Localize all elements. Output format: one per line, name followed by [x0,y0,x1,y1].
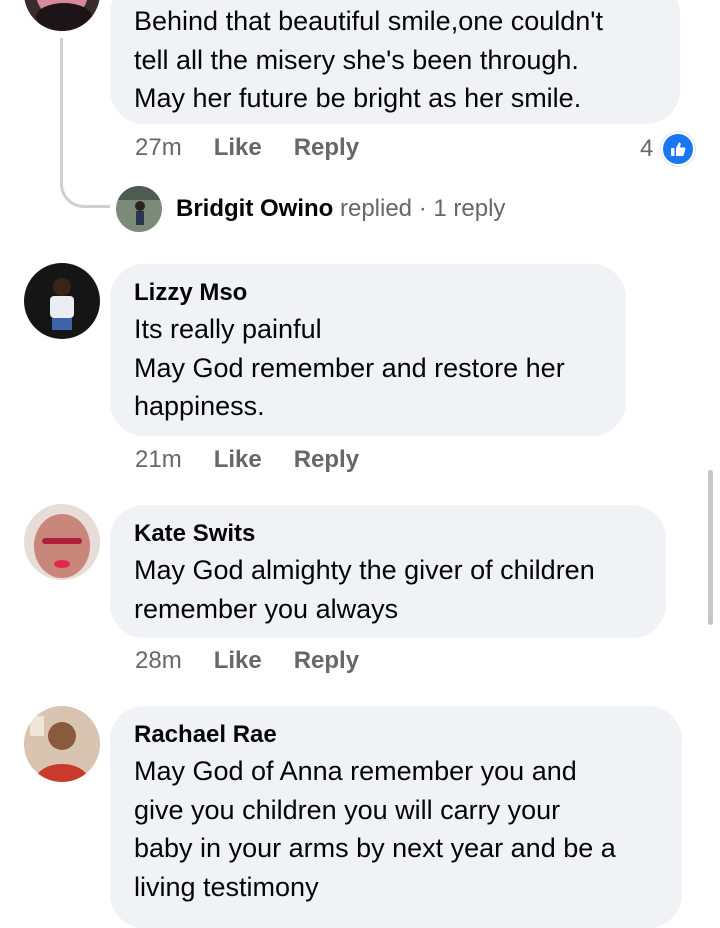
reply-count: 1 reply [433,195,506,222]
thumbs-up-icon [661,132,696,166]
avatar [116,186,162,232]
reply-button[interactable]: Reply [294,446,359,474]
comment-bubble: Behind that beautiful smile,one couldn't… [110,0,680,124]
avatar[interactable] [24,263,100,339]
like-button[interactable]: Like [214,134,262,162]
comment-actions: 21m Like Reply [135,446,359,474]
thread-connector-line [60,38,110,208]
comment-actions: 27m Like Reply [135,134,359,162]
comment-author[interactable]: Lizzy Mso [134,278,602,308]
comment-timestamp: 28m [135,647,182,674]
reaction-count-number: 4 [640,135,654,162]
like-button[interactable]: Like [214,446,262,474]
comment-bubble: Lizzy Mso Its really painful May God rem… [110,264,626,436]
comment-text: May God almighty the giver of children r… [134,555,595,624]
comment-author[interactable]: Kate Swits [134,519,642,549]
reply-button[interactable]: Reply [294,134,359,162]
reaction-count[interactable]: 4 [640,132,696,166]
comment-text: Its really painful May God remember and … [134,314,565,421]
comment-timestamp: 27m [135,134,182,161]
separator-dot: · [418,195,427,222]
reply-author-name: Bridgit Owino [176,195,334,222]
comment-bubble: Kate Swits May God almighty the giver of… [110,505,666,638]
comment-author[interactable]: Rachael Rae [134,720,658,750]
comment-text: May God of Anna remember you and give yo… [134,756,616,902]
comment-timestamp: 21m [135,446,182,473]
comment-text: Behind that beautiful smile,one couldn't… [134,6,603,113]
view-replies-link[interactable]: Bridgit Owino replied · 1 reply [116,186,505,232]
avatar[interactable] [24,504,100,580]
reply-button[interactable]: Reply [294,647,359,675]
like-button[interactable]: Like [214,647,262,675]
avatar[interactable] [24,706,100,782]
scrollbar[interactable] [708,470,713,625]
avatar[interactable] [24,0,100,31]
comment-bubble: Rachael Rae May God of Anna remember you… [110,706,682,928]
comment-actions: 28m Like Reply [135,647,359,675]
reply-verb: replied [339,195,413,222]
